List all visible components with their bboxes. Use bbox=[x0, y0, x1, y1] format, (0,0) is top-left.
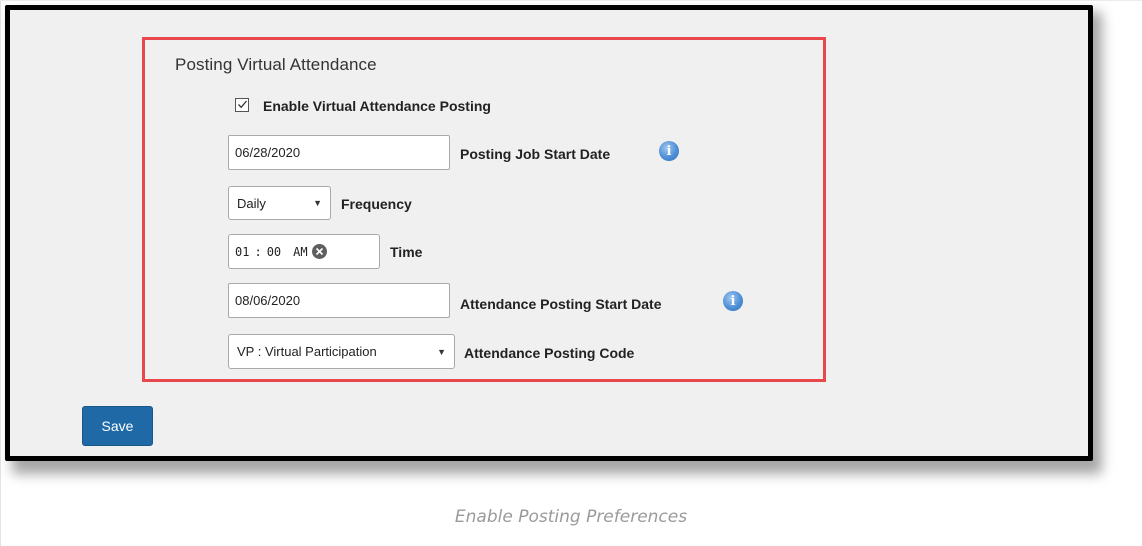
image-caption: Enable Posting Preferences bbox=[454, 507, 688, 527]
page-edge-top bbox=[0, 0, 1142, 1]
info-icon[interactable]: i bbox=[659, 141, 679, 161]
frequency-select[interactable]: Daily ▼ bbox=[228, 186, 331, 220]
screenshot-frame: Posting Virtual Attendance Enable Virtua… bbox=[5, 5, 1093, 461]
section-title: Posting Virtual Attendance bbox=[175, 55, 377, 74]
info-icon[interactable]: i bbox=[723, 291, 743, 311]
time-minute[interactable]: 00 bbox=[267, 245, 281, 259]
enable-posting-label: Enable Virtual Attendance Posting bbox=[263, 98, 491, 114]
attendance-posting-code-selected: VP : Virtual Participation bbox=[237, 344, 377, 359]
time-hour[interactable]: 01 bbox=[235, 245, 249, 259]
frequency-selected: Daily bbox=[237, 195, 266, 211]
time-meridiem[interactable]: AM bbox=[293, 245, 307, 259]
clear-icon[interactable] bbox=[311, 244, 327, 259]
time-label: Time bbox=[390, 244, 423, 260]
time-separator: : bbox=[254, 244, 262, 259]
save-button[interactable]: Save bbox=[82, 406, 153, 446]
page-edge bbox=[0, 0, 1, 546]
attendance-posting-start-date-label: Attendance Posting Start Date bbox=[460, 296, 662, 312]
chevron-down-icon: ▼ bbox=[437, 346, 446, 357]
checkmark-icon bbox=[238, 100, 247, 109]
enable-posting-checkbox[interactable] bbox=[235, 98, 249, 112]
close-icon bbox=[315, 247, 323, 256]
time-input[interactable]: 01 : 00 AM bbox=[228, 234, 380, 269]
attendance-posting-code-select[interactable]: VP : Virtual Participation ▼ bbox=[228, 334, 455, 369]
frequency-label: Frequency bbox=[341, 196, 412, 212]
posting-job-start-date-input[interactable]: 06/28/2020 bbox=[228, 135, 450, 170]
attendance-posting-start-date-input[interactable]: 08/06/2020 bbox=[228, 283, 450, 318]
attendance-posting-code-label: Attendance Posting Code bbox=[464, 345, 635, 361]
chevron-down-icon: ▼ bbox=[313, 198, 322, 208]
posting-job-start-date-label: Posting Job Start Date bbox=[460, 146, 611, 162]
